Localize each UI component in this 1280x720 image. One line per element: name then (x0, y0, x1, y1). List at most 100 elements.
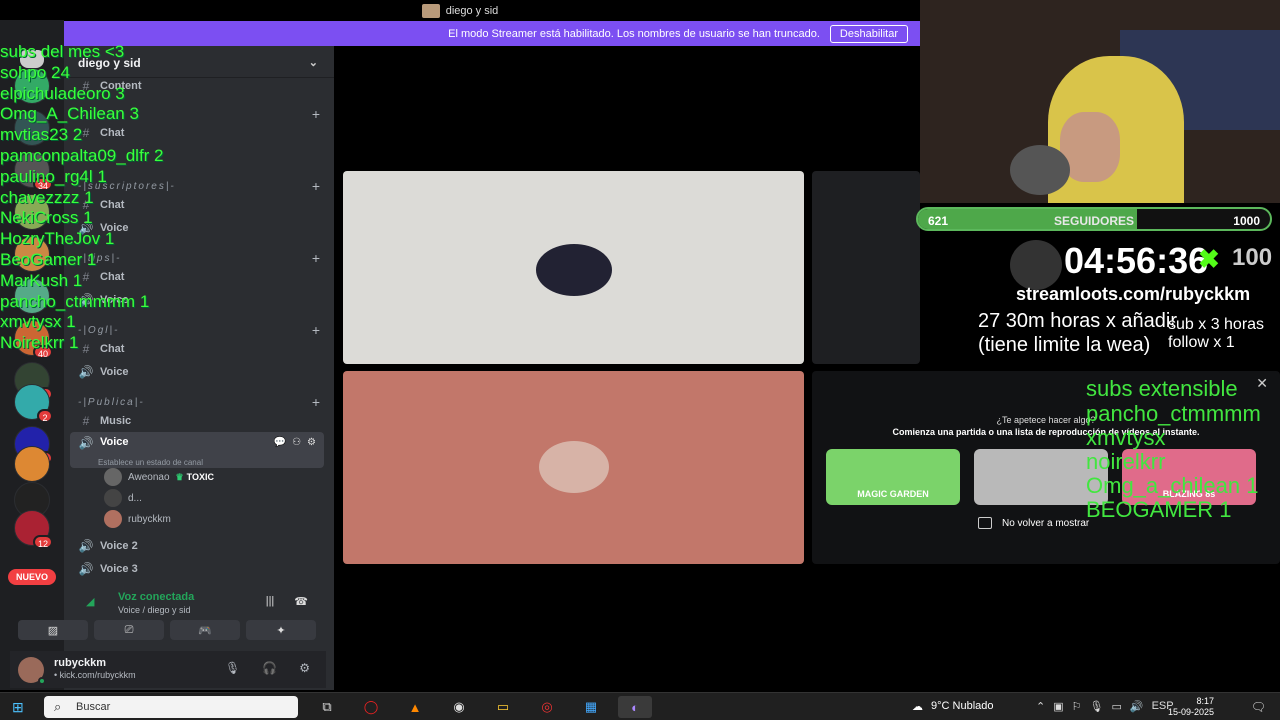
discord-icon[interactable]: ◐ (618, 696, 652, 718)
screen: diego y sid 34 40 11 2 7 12 NUEVO El mod… (0, 0, 1280, 720)
disconnect-icon[interactable]: ☎ (294, 595, 308, 608)
dont-show-checkbox[interactable] (978, 517, 992, 529)
subs-extensible-item: noirelkrr (1086, 449, 1166, 474)
soundboard-icon: ✦ (276, 624, 286, 637)
chat-bubble-icon[interactable]: 💬 (274, 437, 286, 448)
tray-app-icon[interactable]: ▣ (1053, 700, 1063, 713)
soundboard-button[interactable]: ✦ (246, 620, 316, 640)
follow-rate: follow x 1 (1168, 334, 1235, 351)
subs-extensible-title: subs extensible (1086, 376, 1238, 401)
app-icon[interactable]: ▲ (398, 696, 432, 718)
disable-streamer-mode-button[interactable]: Deshabilitar (829, 24, 908, 43)
channel-voice[interactable]: 🔊 Voice (78, 362, 324, 382)
subs-overlay-line: xmvtysx 1 (0, 312, 76, 332)
voice-member[interactable]: rubyckkm (104, 510, 171, 528)
opera-icon[interactable]: ◯ (354, 696, 388, 718)
notification-icon[interactable]: 🗨 (1251, 700, 1266, 714)
subs-overlay-line: Omg_A_Chilean 3 (0, 104, 139, 124)
microphone (1010, 145, 1070, 195)
channel-actions: 💬 ⚇ ⚙ (274, 437, 316, 448)
camera-button[interactable]: ▨ (18, 620, 88, 640)
user-name[interactable]: rubyckkm (54, 657, 106, 669)
weather-widget[interactable]: ☁ 9°C Nublado (912, 700, 994, 713)
subs-overlay-line: NekiCross 1 (0, 208, 93, 228)
network-icon[interactable]: ▭ (1111, 700, 1121, 713)
channel-status-prompt[interactable]: Establece un estado de canal (98, 458, 316, 467)
chevron-down-icon: ⌄ (308, 57, 318, 69)
clock-date: 15-09-2025 (1168, 707, 1215, 717)
voice-member[interactable]: d... (104, 489, 142, 507)
channel-voice-active[interactable]: 🔊 Voice Establece un estado de canal 💬 ⚇… (70, 432, 324, 468)
task-view-icon[interactable]: ⧉ (310, 696, 344, 718)
kick-logo-icon: ✖ (1198, 244, 1220, 274)
stream-timer: 04:56:36 (1064, 240, 1209, 281)
channel-music[interactable]: # Music (78, 411, 324, 431)
subs-extensible-item: pancho_ctmmmm (1086, 401, 1261, 426)
avatar (539, 441, 609, 493)
volume-icon[interactable]: 🔊 (1130, 700, 1144, 713)
tag-icon: ♛ (175, 471, 184, 482)
gear-icon[interactable]: ⚙ (307, 437, 316, 448)
add-channel-icon[interactable]: + (312, 394, 322, 410)
add-channel-icon[interactable]: + (312, 106, 322, 122)
video-tile[interactable] (343, 171, 804, 364)
video-tile[interactable] (343, 371, 804, 564)
follower-goal-target: 1000 (1233, 214, 1260, 228)
voice-member[interactable]: Aweonao ♛ TOXIC (104, 468, 214, 486)
taskbar-clock[interactable]: 8:17 15-09-2025 (1168, 696, 1214, 718)
subs-extensible-list: pancho_ctmmmm xmvtysx noirelkrr Omg_a_ch… (1086, 402, 1261, 522)
signal-icon[interactable]: ◢ (86, 595, 100, 609)
category-publica[interactable]: -|Publica|- + (78, 392, 324, 412)
usb-icon[interactable]: ⚐ (1072, 700, 1082, 713)
category-label: -|Publica|- (78, 396, 145, 408)
chevron-up-icon[interactable]: ⌃ (1036, 700, 1045, 713)
microphone-icon[interactable]: 🎙 (1090, 700, 1104, 713)
subs-overlay-line: paulino_rg4l 1 (0, 166, 107, 186)
gear-icon[interactable]: ⚙ (299, 661, 310, 675)
microphone-icon[interactable]: 🎙 (225, 661, 240, 675)
server-icon[interactable] (14, 446, 50, 482)
channel-voice-2[interactable]: 🔊 Voice 2 (78, 536, 324, 556)
noise-suppression-icon[interactable]: ||| (266, 595, 275, 608)
dont-show-label[interactable]: No volver a mostrar (1002, 518, 1089, 529)
file-explorer-icon[interactable]: ▭ (486, 696, 520, 718)
subs-overlay-line: elpichuladeoro 3 (0, 83, 125, 103)
headphones-icon[interactable]: 🎧 (262, 661, 277, 675)
activity-card[interactable]: MAGIC GARDEN (826, 449, 960, 505)
add-channel-icon[interactable]: + (312, 178, 322, 194)
weather-text: 9°C Nublado (931, 700, 994, 712)
obs-icon[interactable]: ◉ (442, 696, 476, 718)
cloud-icon: ☁ (912, 701, 923, 713)
app-icon[interactable]: ◎ (530, 696, 564, 718)
channel-voice-3[interactable]: 🔊 Voice 3 (78, 559, 324, 579)
close-icon[interactable]: ✕ (1256, 375, 1268, 392)
subs-overlay-line: pamconpalta09_dlfr 2 (0, 145, 164, 165)
server-icon[interactable]: 2 (14, 384, 53, 423)
system-tray: ⌃ ▣ ⚐ 🎙 ▭ 🔊 ESP (1036, 700, 1174, 713)
voice-channel-path[interactable]: Voice / diego y sid (118, 605, 191, 615)
timer-counter: 100 (1232, 244, 1273, 271)
speaker-icon: 🔊 (78, 365, 94, 379)
video-tile[interactable] (812, 171, 920, 364)
user-panel: rubyckkm • kick.com/rubyckkm 🎙 🎧 ⚙ (10, 651, 326, 688)
member-name: rubyckkm (128, 513, 171, 525)
taskbar-search[interactable]: ⌕ Buscar (44, 696, 298, 718)
subathon-info: 27 30m horas x añadir (978, 310, 1178, 332)
add-channel-icon[interactable]: + (312, 250, 322, 266)
activities-button[interactable]: 🎮 (170, 620, 240, 640)
search-placeholder: Buscar (76, 701, 111, 713)
voice-controls: ||| ☎ (266, 595, 308, 608)
screen-share-button[interactable]: ⎚ (94, 620, 164, 640)
store-icon[interactable]: ▦ (574, 696, 608, 718)
new-badge: NUEVO (8, 569, 56, 585)
windows-start-icon[interactable]: ⊞ (12, 699, 28, 715)
streamer-mode-banner: El modo Streamer está habilitado. Los no… (64, 21, 920, 46)
add-channel-icon[interactable]: + (312, 322, 322, 338)
gamepad-icon: 🎮 (198, 624, 212, 637)
speaker-icon: 🔊 (78, 562, 94, 576)
server-icon[interactable]: 12 (14, 510, 53, 549)
unread-badge: 12 (32, 535, 53, 549)
avatar (104, 489, 122, 507)
invite-icon[interactable]: ⚇ (292, 437, 301, 448)
search-icon: ⌕ (54, 699, 62, 714)
